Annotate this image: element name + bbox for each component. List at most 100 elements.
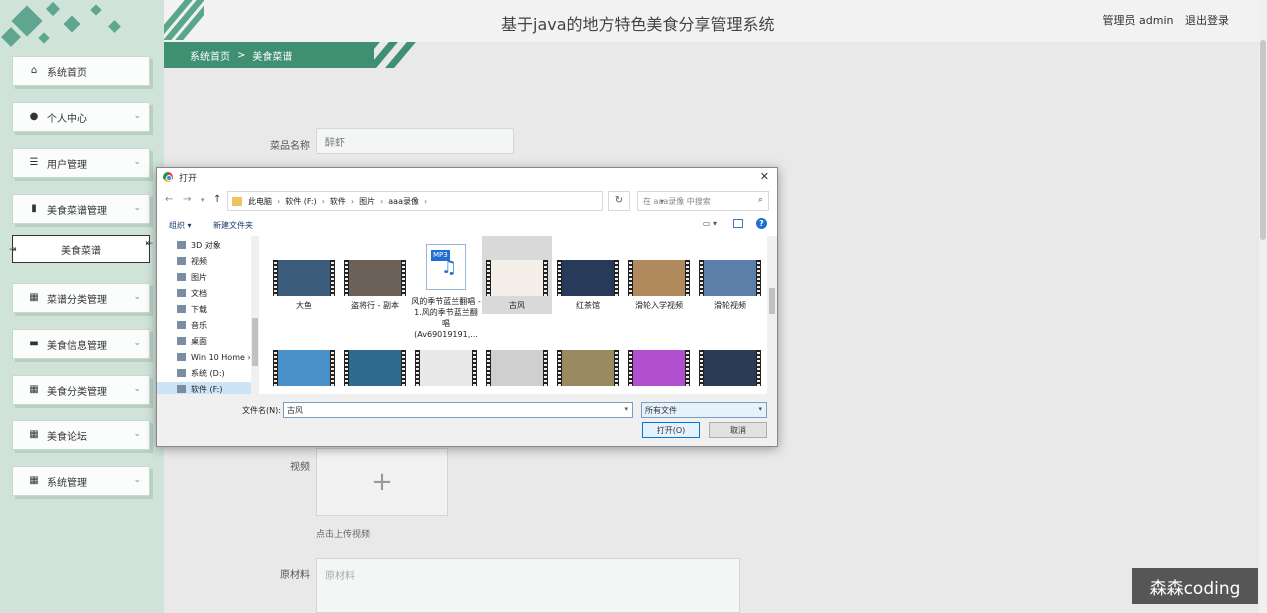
file-name: 大鱼 (296, 301, 312, 310)
refresh-button[interactable]: ↻ (608, 191, 630, 211)
video-thumbnail (273, 260, 335, 296)
tree-item[interactable]: 文档 (177, 286, 207, 300)
sidebar-item-1[interactable]: ● 个人中心 ⌄ (12, 102, 150, 132)
video-upload-box[interactable]: + (316, 448, 448, 516)
file-name: 盗将行 - 副本 (351, 301, 399, 310)
file-item[interactable] (624, 350, 694, 390)
video-thumbnail (486, 350, 548, 386)
file-item[interactable]: 大鱼 (269, 236, 339, 346)
tree-item[interactable]: 软件 (F:) (157, 382, 253, 394)
list-icon: ☰ (29, 157, 39, 168)
file-item[interactable]: 红茶馆 (553, 236, 623, 346)
path-segment[interactable]: aaa录像 (388, 197, 419, 206)
file-item[interactable]: MP3 ♫ 风的季节蓝兰翻唱 - 1.风的季节蓝兰翻唱 (Av69019191,..… (411, 236, 481, 346)
video-thumbnail (557, 350, 619, 386)
tree-item[interactable]: Win 10 Home › (177, 350, 251, 364)
up-icon[interactable]: ↑ (213, 194, 221, 205)
path-separator-icon[interactable]: › (380, 197, 383, 206)
folder-icon (177, 289, 186, 297)
file-item[interactable] (411, 350, 481, 390)
filename-input[interactable]: 古风 ▾ (283, 402, 633, 418)
tree-item-label: Win 10 Home › (191, 352, 251, 362)
grid-icon: ▦ (29, 475, 39, 486)
tree-item[interactable]: 桌面 (177, 334, 207, 348)
tree-item[interactable]: 3D 对象 (177, 238, 221, 252)
tree-item[interactable]: 下载 (177, 302, 207, 316)
sidebar-item-2[interactable]: ☰ 用户管理 ⌄ (12, 148, 150, 178)
path-segment[interactable]: 软件 (F:) (285, 197, 316, 206)
path-separator-icon[interactable]: › (351, 197, 354, 206)
path-separator-icon[interactable]: › (424, 197, 427, 206)
video-thumbnail (557, 260, 619, 296)
path-bar[interactable]: 此电脑 › 软件 (F:) › 软件 › 图片 › aaa录像 › ▾ (227, 191, 664, 211)
video-thumbnail (344, 260, 406, 296)
sidebar-item-3[interactable]: ▮ 美食菜谱管理 ⌄ (12, 194, 150, 224)
path-segment[interactable]: 图片 (359, 197, 375, 206)
submenu-item-label: 美食菜谱 (61, 245, 101, 257)
chevron-down-icon[interactable]: ▾ (758, 405, 762, 413)
video-thumbnail (699, 260, 761, 296)
path-segment[interactable]: 此电脑 (248, 197, 272, 206)
help-icon[interactable]: ? (756, 218, 767, 229)
file-item[interactable]: 盗将行 - 副本 (340, 236, 410, 346)
tree-scrollbar[interactable] (251, 236, 259, 394)
file-item[interactable]: 滑轮视频 (695, 236, 765, 346)
dialog-nav-row: ← → ▾ ↑ 此电脑 › 软件 (F:) › 软件 › 图片 › aaa录像 › ▾ ↻ 在 a… (157, 190, 777, 212)
tree-item-label: 图片 (191, 272, 207, 282)
file-list-scrollbar[interactable] (767, 236, 777, 394)
file-item[interactable] (553, 350, 623, 390)
file-item[interactable]: 滑轮入学视频 (624, 236, 694, 346)
preview-pane-icon[interactable] (733, 219, 743, 228)
sidebar-item-6[interactable]: ▦ 美食分类管理 ⌄ (12, 375, 150, 405)
path-separator-icon[interactable]: › (322, 197, 325, 206)
ingredients-textarea[interactable]: 原材料 (316, 558, 740, 613)
chevron-down-icon: ⌄ (133, 429, 141, 439)
page-scrollbar[interactable] (1259, 0, 1267, 613)
filetype-select[interactable]: 所有文件 ▾ (641, 402, 767, 418)
file-name: 古风 (509, 301, 525, 310)
logo-decoration (0, 0, 164, 50)
file-name: 风的季节蓝兰翻唱 - 1.风的季节蓝兰翻唱 (Av69019191,... (411, 297, 481, 339)
search-input[interactable]: 在 aaa录像 中搜索 ⌕ (637, 191, 769, 211)
path-segment[interactable]: 软件 (330, 197, 346, 206)
video-thumbnail (628, 260, 690, 296)
path-separator-icon[interactable]: › (277, 197, 280, 206)
organize-button[interactable]: 组织 ▾ (169, 220, 192, 231)
tree-item[interactable]: 视频 (177, 254, 207, 268)
logout-link[interactable]: 退出登录 (1185, 14, 1229, 27)
page-scrollbar-thumb[interactable] (1260, 40, 1266, 240)
filename-label: 文件名(N): (242, 406, 281, 415)
mp3-file-icon: MP3 ♫ (426, 244, 466, 290)
breadcrumb-home[interactable]: 系统首页 (190, 48, 230, 63)
tree-item[interactable]: 系统 (D:) (177, 366, 225, 380)
tree-item[interactable]: 音乐 (177, 318, 207, 332)
file-item[interactable] (695, 350, 765, 390)
file-item[interactable] (340, 350, 410, 390)
sidebar-item-8[interactable]: ▦ 系统管理 ⌄ (12, 466, 150, 496)
file-name: 红茶馆 (576, 301, 600, 310)
sidebar-item-4[interactable]: ▦ 菜谱分类管理 ⌄ (12, 283, 150, 313)
back-icon[interactable]: ← (165, 194, 173, 205)
view-options-icon[interactable]: ▭ ▾ (703, 219, 717, 228)
search-placeholder: 在 aaa录像 中搜索 (643, 196, 711, 206)
recent-dropdown-icon[interactable]: ▾ (201, 196, 205, 204)
close-icon[interactable]: ✕ (760, 170, 769, 183)
file-item[interactable] (482, 350, 552, 390)
sidebar-item-5[interactable]: ▬ 美食信息管理 ⌄ (12, 329, 150, 359)
new-folder-button[interactable]: 新建文件夹 (213, 220, 253, 231)
dialog-toolbar: 组织 ▾ 新建文件夹 ▭ ▾ ? (157, 217, 777, 235)
file-item[interactable]: 古风 (482, 236, 552, 314)
cancel-button[interactable]: 取消 (709, 422, 767, 438)
submenu-item-recipes[interactable]: ⇥ 美食菜谱 ⇤ (9, 235, 153, 263)
file-item[interactable] (269, 350, 339, 390)
sidebar: ⌂ 系统首页 ● 个人中心 ⌄ ☰ 用户管理 ⌄ ▮ 美食菜谱管理 ⌄ ▦ 菜谱分类管理 ⌄ ▬ 美食信息管理… (0, 0, 164, 613)
sidebar-item-7[interactable]: ▦ 美食论坛 ⌄ (12, 420, 150, 450)
dish-name-input[interactable]: 醉虾 (316, 128, 514, 154)
chevron-down-icon[interactable]: ▾ (624, 405, 628, 413)
sidebar-item-0[interactable]: ⌂ 系统首页 (12, 56, 150, 86)
tree-item[interactable]: 图片 (177, 270, 207, 284)
folder-icon (232, 196, 242, 206)
breadcrumb-stripes (320, 42, 420, 68)
open-button[interactable]: 打开(O) (642, 422, 700, 438)
forward-icon[interactable]: → (183, 194, 191, 205)
